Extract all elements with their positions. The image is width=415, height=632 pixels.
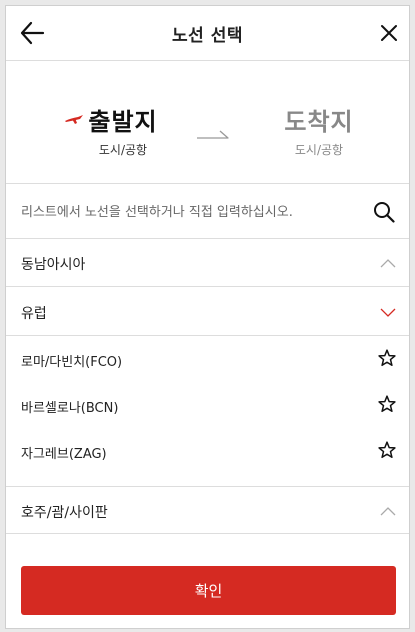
header-bar: 노선 선택 <box>6 6 409 61</box>
destination-sublabel: 도시/공항 <box>294 143 344 157</box>
origin-label: 출발지 <box>88 108 158 136</box>
route-selector: 출발지 도시/공항 도착지 도시/공항 <box>6 62 409 183</box>
back-arrow-icon[interactable] <box>19 20 45 46</box>
city-label: 자그레브(ZAG) <box>21 447 107 462</box>
region-label: 유럽 <box>21 306 47 322</box>
list-item-barcelona[interactable]: 바르셀로나(BCN) <box>6 383 409 429</box>
origin-sublabel: 도시/공항 <box>98 143 148 157</box>
star-outline-icon[interactable] <box>378 349 396 367</box>
city-label: 바르셀로나(BCN) <box>21 401 119 416</box>
star-outline-icon[interactable] <box>378 395 396 413</box>
chevron-up-icon <box>380 259 396 268</box>
route-selection-screen: 노선 선택 출발지 도시/공항 도착지 도시/공항 동남아시아 <box>5 5 410 629</box>
region-label: 호주/괌/사이판 <box>21 505 108 521</box>
list-item-rome[interactable]: 로마/다빈치(FCO) <box>6 337 409 383</box>
destination-selector[interactable]: 도착지 도시/공항 <box>274 102 364 158</box>
search-icon[interactable] <box>373 201 395 223</box>
region-europe[interactable]: 유럽 <box>6 288 409 336</box>
region-australia-guam-saipan[interactable]: 호주/괌/사이판 <box>6 486 409 534</box>
page-title: 노선 선택 <box>172 25 243 46</box>
close-icon[interactable] <box>378 22 400 44</box>
arrow-right-icon <box>197 130 229 139</box>
confirm-button[interactable]: 확인 <box>21 566 396 615</box>
search-bar <box>6 183 409 239</box>
star-outline-icon[interactable] <box>378 441 396 459</box>
origin-selector[interactable]: 출발지 도시/공항 <box>78 102 168 158</box>
region-label: 동남아시아 <box>21 257 86 273</box>
search-input[interactable] <box>21 196 361 228</box>
city-label: 로마/다빈치(FCO) <box>21 355 123 370</box>
region-southeast-asia[interactable]: 동남아시아 <box>6 239 409 287</box>
chevron-down-icon <box>380 308 396 317</box>
chevron-up-icon <box>380 507 396 516</box>
destination-label: 도착지 <box>284 108 354 136</box>
list-item-zagreb[interactable]: 자그레브(ZAG) <box>6 429 409 475</box>
